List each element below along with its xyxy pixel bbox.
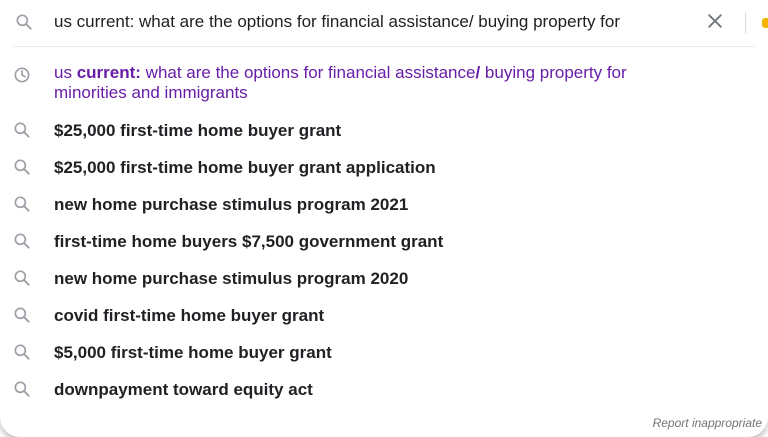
suggestion-label: $25,000 first-time home buyer grant appl… xyxy=(54,158,436,177)
search-icon xyxy=(12,379,32,399)
list-item[interactable]: $25,000 first-time home buyer grant appl… xyxy=(0,150,768,187)
history-suggestion[interactable]: us current: what are the options for fin… xyxy=(0,57,768,113)
history-suggestion-text: us current: what are the options for fin… xyxy=(54,63,627,102)
suggestion-label: covid first-time home buyer grant xyxy=(54,306,325,325)
suggestion-label: $25,000 first-time home buyer grant xyxy=(54,121,342,140)
search-icon xyxy=(12,120,32,140)
list-item[interactable]: downpayment toward equity act xyxy=(0,372,768,409)
list-item[interactable]: first-time home buyers $7,500 government… xyxy=(0,224,768,261)
microphone-icon[interactable] xyxy=(762,18,768,28)
search-icon xyxy=(14,12,34,32)
list-item[interactable]: covid first-time home buyer grant xyxy=(0,298,768,335)
list-item[interactable]: new home purchase stimulus program 2021 xyxy=(0,187,768,224)
separator xyxy=(14,46,754,47)
search-box[interactable]: us current: what are the options for fin… xyxy=(0,0,768,46)
list-item[interactable]: $25,000 first-time home buyer grant xyxy=(0,113,768,150)
search-icon xyxy=(12,305,32,325)
search-autocomplete-dropdown: us current: what are the options for fin… xyxy=(0,0,768,437)
suggestion-label: $5,000 first-time home buyer grant xyxy=(54,343,332,362)
search-icon xyxy=(12,231,32,251)
search-icon xyxy=(12,342,32,362)
search-icon xyxy=(12,194,32,214)
search-icon xyxy=(12,268,32,288)
clock-icon xyxy=(12,65,32,85)
divider xyxy=(745,12,746,34)
list-item[interactable]: new home purchase stimulus program 2020 xyxy=(0,261,768,298)
suggestion-label: downpayment toward equity act xyxy=(54,380,313,399)
clear-button[interactable] xyxy=(700,8,730,38)
search-icon xyxy=(12,157,32,177)
search-input[interactable]: us current: what are the options for fin… xyxy=(54,0,620,46)
close-icon xyxy=(705,11,725,36)
suggestion-label: new home purchase stimulus program 2020 xyxy=(54,269,409,288)
report-inappropriate-link[interactable]: Report inappropriate xyxy=(653,416,762,430)
suggestion-list: us current: what are the options for fin… xyxy=(0,57,768,409)
suggestion-label: new home purchase stimulus program 2021 xyxy=(54,195,409,214)
list-item[interactable]: $5,000 first-time home buyer grant xyxy=(0,335,768,372)
suggestion-label: first-time home buyers $7,500 government… xyxy=(54,232,444,251)
